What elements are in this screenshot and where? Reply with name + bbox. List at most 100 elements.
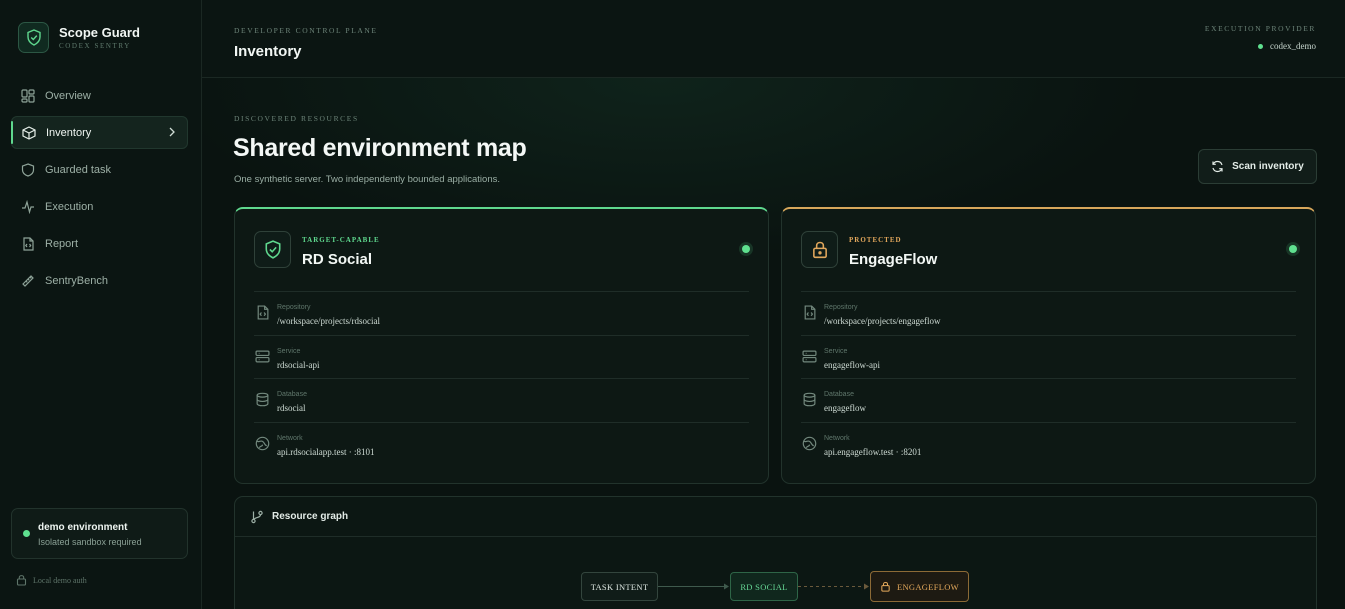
scan-inventory-button[interactable]: Scan inventory xyxy=(1198,149,1317,184)
resource-value: /workspace/projects/rdsocial xyxy=(277,316,380,326)
database-icon xyxy=(256,392,269,407)
provider-label: EXECUTION PROVIDER xyxy=(1204,24,1316,33)
resource-graph-card: Resource graph TASK INTENT RD SOCIAL ENG… xyxy=(234,496,1317,609)
resource-value: engageflow xyxy=(824,403,866,413)
app-tag: TARGET-CAPABLE xyxy=(302,236,380,244)
graph-node-task-intent[interactable]: TASK INTENT xyxy=(581,572,658,601)
edge-arrow-rd xyxy=(724,583,729,590)
sidebar: Scope Guard CODEX SENTRY Overview Invent… xyxy=(0,0,202,609)
status-dot xyxy=(1289,245,1297,253)
section-eyebrow: DISCOVERED RESOURCES xyxy=(234,114,359,123)
resource-label: Repository xyxy=(824,304,858,311)
resource-row-network: Network api.engageflow.test · :8201 xyxy=(801,421,1296,466)
top-header: DEVELOPER CONTROL PLANE Inventory EXECUT… xyxy=(202,0,1345,78)
environment-title: demo environment xyxy=(38,522,128,533)
node-label: RD SOCIAL xyxy=(740,581,788,592)
app-name: EngageFlow xyxy=(849,251,938,268)
sidebar-item-sentrybench[interactable]: SentryBench xyxy=(11,264,188,297)
graph-node-rd-social[interactable]: RD SOCIAL xyxy=(730,572,798,601)
sidebar-item-overview[interactable]: Overview xyxy=(11,79,188,112)
environment-card[interactable]: demo environment Isolated sandbox requir… xyxy=(11,508,188,559)
resource-value: engageflow-api xyxy=(824,359,880,370)
brand[interactable]: Scope Guard CODEX SENTRY xyxy=(18,22,140,53)
refresh-icon xyxy=(1212,160,1223,173)
resource-row-repository: Repository /workspace/projects/rdsocial xyxy=(254,291,749,335)
provider-name: codex_demo xyxy=(1270,41,1316,51)
ruler-icon xyxy=(20,273,36,289)
lock-icon xyxy=(801,231,838,268)
activity-icon xyxy=(20,199,36,215)
graph-node-engageflow[interactable]: ENGAGEFLOW xyxy=(870,571,969,602)
sidebar-nav: Overview Inventory Guarded task Executio… xyxy=(11,79,188,301)
globe-icon xyxy=(255,436,270,450)
resource-row-network: Network api.rdsocialapp.test · :8101 xyxy=(254,421,749,466)
sidebar-item-label: Overview xyxy=(45,89,91,102)
header-eyebrow: DEVELOPER CONTROL PLANE xyxy=(234,26,378,35)
sidebar-item-guarded-task[interactable]: Guarded task xyxy=(11,153,188,186)
app-tag: PROTECTED xyxy=(849,236,902,244)
page-title: Inventory xyxy=(234,43,302,60)
resource-label: Repository xyxy=(277,304,311,311)
shield-check-icon xyxy=(254,231,291,268)
resource-row-database: Database engageflow xyxy=(801,378,1296,422)
server-icon xyxy=(255,350,270,362)
app-name: RD Social xyxy=(302,251,373,268)
section-subtitle: One synthetic server. Two independently … xyxy=(234,174,500,185)
sidebar-item-report[interactable]: Report xyxy=(11,227,188,260)
chevron-right-icon xyxy=(167,126,177,141)
sidebar-item-label: SentryBench xyxy=(45,274,108,287)
server-icon xyxy=(802,350,817,362)
resource-value: api.engageflow.test · :8201 xyxy=(824,446,922,457)
node-label: ENGAGEFLOW xyxy=(896,581,960,592)
lock-icon xyxy=(881,581,890,592)
globe-icon xyxy=(802,436,817,450)
edge-arrow-ef xyxy=(864,583,869,590)
shield-check-logo-icon xyxy=(18,22,49,53)
cube-icon xyxy=(21,125,37,141)
sidebar-item-execution[interactable]: Execution xyxy=(11,190,188,223)
auth-status: Local demo auth xyxy=(16,574,87,586)
status-dot xyxy=(742,245,750,253)
status-dot xyxy=(1258,43,1264,49)
app-card-engageflow[interactable]: PROTECTED EngageFlow Repository /workspa… xyxy=(781,207,1316,484)
resource-list: Repository /workspace/projects/rdsocial … xyxy=(254,291,749,465)
database-icon xyxy=(803,392,816,407)
resource-row-database: Database rdsocial xyxy=(254,378,749,422)
app-card-rd-social[interactable]: TARGET-CAPABLE RD Social Repository /wor… xyxy=(234,207,769,484)
brand-subtitle: CODEX SENTRY xyxy=(59,42,131,50)
resource-label: Network xyxy=(824,434,850,442)
sidebar-item-label: Inventory xyxy=(46,126,92,139)
sidebar-item-label: Guarded task xyxy=(45,163,112,176)
resource-label: Service xyxy=(277,347,301,355)
section-title: Shared environment map xyxy=(233,134,527,162)
resource-label: Network xyxy=(277,434,303,442)
shield-icon xyxy=(20,162,36,178)
resource-row-service: Service engageflow-api xyxy=(801,334,1296,379)
brand-name: Scope Guard xyxy=(59,25,140,40)
resource-label: Database xyxy=(824,391,854,398)
sidebar-item-label: Execution xyxy=(45,200,94,213)
environment-subtitle: Isolated sandbox required xyxy=(38,537,142,547)
node-label: TASK INTENT xyxy=(590,581,649,592)
resource-value: rdsocial xyxy=(277,403,306,413)
main-content: DISCOVERED RESOURCES Shared environment … xyxy=(202,78,1345,609)
sidebar-item-label: Report xyxy=(45,237,79,250)
resource-row-repository: Repository /workspace/projects/engageflo… xyxy=(801,291,1296,335)
file-code-icon xyxy=(20,236,36,252)
auth-label: Local demo auth xyxy=(33,575,87,585)
resource-value: /workspace/projects/engageflow xyxy=(824,316,941,326)
resource-value: rdsocial-api xyxy=(277,359,320,370)
resource-label: Service xyxy=(824,347,848,355)
provider-value: codex_demo xyxy=(1258,41,1316,51)
status-dot xyxy=(23,530,30,537)
sidebar-item-inventory[interactable]: Inventory xyxy=(11,116,188,149)
grid-icon xyxy=(20,88,36,104)
resource-value: api.rdsocialapp.test · :8101 xyxy=(277,446,375,457)
lock-icon xyxy=(16,575,27,586)
file-code-icon xyxy=(804,305,816,320)
resource-list: Repository /workspace/projects/engageflo… xyxy=(801,291,1296,465)
file-code-icon xyxy=(257,305,269,320)
resource-row-service: Service rdsocial-api xyxy=(254,334,749,379)
scan-inventory-label: Scan inventory xyxy=(1232,161,1304,172)
resource-label: Database xyxy=(277,391,307,398)
